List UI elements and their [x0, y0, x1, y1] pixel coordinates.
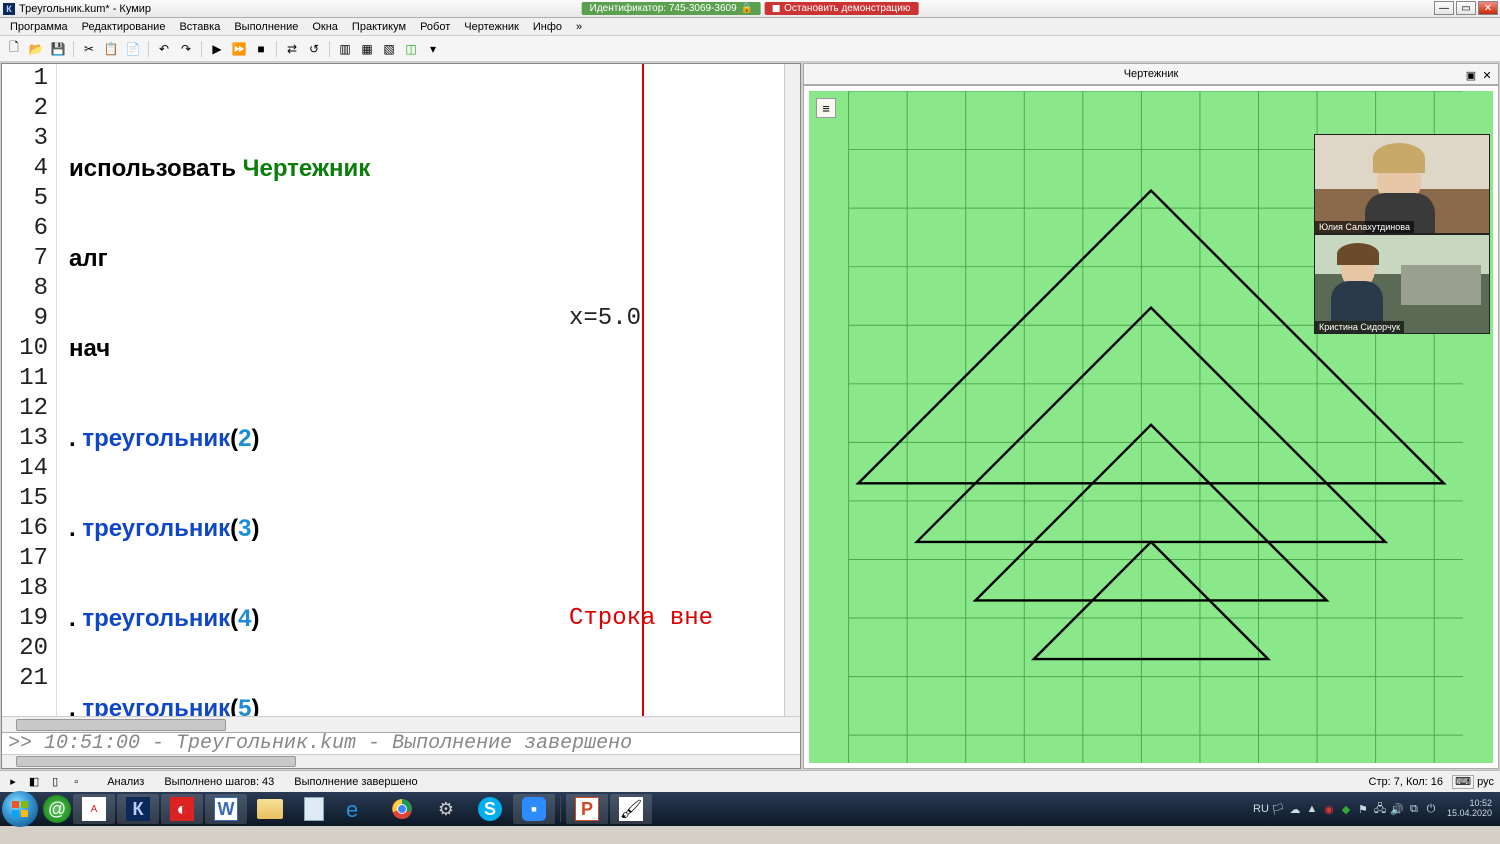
menu-windows[interactable]: Окна [306, 20, 344, 34]
tray-clock[interactable]: 10:5215.04.2020 [1447, 799, 1492, 819]
stop-share-pill[interactable]: Остановить демонстрацию [765, 2, 918, 15]
line-gutter: 123456789101112131415161718192021 [2, 64, 57, 716]
video-overlay[interactable]: Юлия Салахутдинова Кристина Сидорчук [1314, 134, 1490, 334]
video-participant-2[interactable]: Кристина Сидорчук [1314, 234, 1490, 334]
taskbar-notes[interactable] [293, 794, 335, 824]
status-kbd-icon[interactable]: ⌨ [1452, 775, 1474, 789]
start-button[interactable] [2, 791, 38, 827]
menu-more[interactable]: » [570, 20, 588, 34]
cut-icon[interactable]: ✂ [79, 39, 99, 59]
window-title: Треугольник.kum* - Кумир [19, 3, 151, 15]
code-area[interactable]: использовать Чертежник алг нач . треугол… [57, 64, 784, 716]
menu-drafter[interactable]: Чертежник [458, 20, 525, 34]
run-fast-icon[interactable]: ⏩ [229, 39, 249, 59]
tray-pwr-icon[interactable]: ⏻ [1424, 802, 1438, 816]
menu-insert[interactable]: Вставка [173, 20, 226, 34]
layout4-icon[interactable]: ◫ [401, 39, 421, 59]
close-button[interactable]: ✕ [1478, 1, 1498, 15]
trace-value: x=5.0 [569, 304, 641, 334]
tray-flag-icon[interactable]: 🏳 [1271, 802, 1285, 816]
taskbar-app3[interactable]: ◐ [161, 794, 203, 824]
run-icon[interactable]: ▶ [207, 39, 227, 59]
window-titlebar: К Треугольник.kum* - Кумир Идентификатор… [0, 0, 1500, 18]
status-btn4[interactable]: ▫ [69, 775, 83, 789]
stop-icon[interactable]: ■ [251, 39, 271, 59]
status-done: Выполнение завершено [294, 776, 417, 788]
video-label-1: Юлия Салахутдинова [1315, 221, 1414, 233]
status-btn2[interactable]: ◧ [27, 774, 41, 788]
taskbar-paint[interactable]: 🖌 [610, 794, 652, 824]
menu-program[interactable]: Программа [4, 20, 74, 34]
taskbar-zoom[interactable]: ▪ [513, 794, 555, 824]
layout1-icon[interactable]: ▥ [335, 39, 355, 59]
taskbar-skype[interactable]: S [469, 794, 511, 824]
taskbar-explorer[interactable] [249, 794, 291, 824]
video-participant-1[interactable]: Юлия Салахутдинова [1314, 134, 1490, 234]
maximize-button[interactable]: ▭ [1456, 1, 1476, 15]
status-btn3[interactable]: ▯ [48, 774, 62, 788]
layout3-icon[interactable]: ▧ [379, 39, 399, 59]
drafter-panel-title: Чертежник ▣ ✕ [803, 63, 1499, 85]
status-bar: ▸ ◧ ▯ ▫ Анализ Выполнено шагов: 43 Выпол… [0, 770, 1500, 792]
status-steps: Выполнено шагов: 43 [164, 776, 274, 788]
open-file-icon[interactable]: 📂 [26, 39, 46, 59]
console-output: >> 10:51:00 - Треугольник.kum - Выполнен… [2, 732, 800, 754]
layout2-icon[interactable]: ▦ [357, 39, 377, 59]
tray-flag2-icon[interactable]: ⚑ [1356, 802, 1370, 816]
save-file-icon[interactable]: 💾 [48, 39, 68, 59]
tray-shield-icon[interactable]: ◉ [1322, 802, 1336, 816]
app-icon: К [3, 3, 15, 15]
menu-practice[interactable]: Практикум [346, 20, 412, 34]
status-lang[interactable]: рус [1477, 776, 1494, 788]
menu-bar: Программа Редактирование Вставка Выполне… [0, 18, 1500, 36]
system-tray[interactable]: RU 🏳 ☁ ▲ ◉ ◆ ⚑ 🖧 🔊 ⧉ ⏻ 10:5215.04.2020 [1254, 799, 1498, 819]
menu-edit[interactable]: Редактирование [76, 20, 172, 34]
tray-av-icon[interactable]: ◆ [1339, 802, 1353, 816]
error-note: Строка вне [569, 604, 727, 634]
reset-icon[interactable]: ↺ [304, 39, 324, 59]
toolbar-more-icon[interactable]: ▾ [423, 39, 443, 59]
tray-cloud-icon[interactable]: ☁ [1288, 802, 1302, 816]
cursor-position: Стр: 7, Кол: 16 [1369, 776, 1444, 788]
taskbar-kumir[interactable]: К [117, 794, 159, 824]
status-analysis[interactable]: Анализ [107, 776, 144, 788]
taskbar-settings[interactable]: ⚙ [425, 794, 467, 824]
paste-icon[interactable]: 📄 [123, 39, 143, 59]
tray-up-icon[interactable]: ▲ [1305, 802, 1319, 816]
drafter-canvas[interactable]: ≡ Юлия Салахутдинова [803, 85, 1499, 769]
menu-robot[interactable]: Робот [414, 20, 456, 34]
taskbar-app1[interactable]: A [73, 794, 115, 824]
tray-bt-icon[interactable]: ⧉ [1407, 802, 1421, 816]
editor-vscrollbar[interactable] [784, 64, 800, 716]
redo-icon[interactable]: ↷ [176, 39, 196, 59]
menu-run[interactable]: Выполнение [228, 20, 304, 34]
panel-close-icon[interactable]: ✕ [1480, 68, 1494, 82]
video-label-2: Кристина Сидорчук [1315, 321, 1404, 333]
panel-maximize-icon[interactable]: ▣ [1464, 68, 1478, 82]
canvas-menu-icon[interactable]: ≡ [816, 98, 836, 118]
taskbar-chrome[interactable] [381, 794, 423, 824]
taskbar-word[interactable]: W [205, 794, 247, 824]
copy-icon[interactable]: 📋 [101, 39, 121, 59]
meeting-id-pill[interactable]: Идентификатор: 745-3069-3609 🔒 [582, 2, 761, 15]
toolbar: 🗋 📂 💾 ✂ 📋 📄 ↶ ↷ ▶ ⏩ ■ ⇄ ↺ ▥ ▦ ▧ ◫ ▾ [0, 36, 1500, 62]
status-btn1[interactable]: ▸ [6, 774, 20, 788]
undo-icon[interactable]: ↶ [154, 39, 174, 59]
tray-lang[interactable]: RU [1254, 802, 1268, 816]
tray-vol-icon[interactable]: 🔊 [1390, 802, 1404, 816]
taskbar-ie[interactable]: e [337, 794, 379, 824]
taskbar-mail-icon[interactable]: @ [43, 795, 71, 823]
windows-taskbar[interactable]: @ A К ◐ W e ⚙ S ▪ P 🖌 RU 🏳 ☁ ▲ ◉ ◆ ⚑ 🖧 🔊… [0, 792, 1500, 826]
menu-info[interactable]: Инфо [527, 20, 568, 34]
new-file-icon[interactable]: 🗋 [4, 39, 24, 59]
taskbar-powerpoint[interactable]: P [566, 794, 608, 824]
minimize-button[interactable]: — [1434, 1, 1454, 15]
tray-net-icon[interactable]: 🖧 [1373, 802, 1387, 816]
step-icon[interactable]: ⇄ [282, 39, 302, 59]
editor-hscrollbar[interactable] [2, 716, 800, 732]
code-editor[interactable]: 123456789101112131415161718192021 исполь… [2, 64, 800, 716]
console-hscrollbar[interactable] [2, 754, 800, 768]
